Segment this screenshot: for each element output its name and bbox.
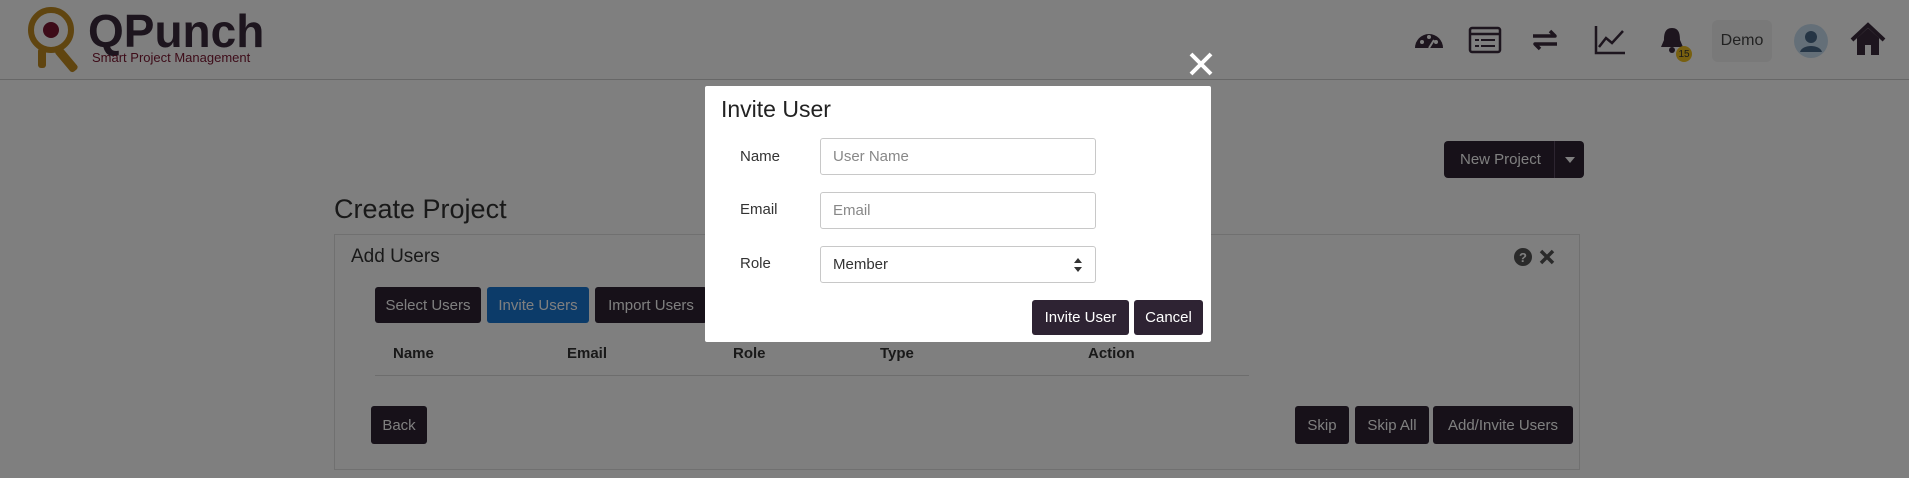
cancel-button[interactable]: Cancel [1134, 300, 1203, 335]
app: QPunch Smart Project Management 15 Demo [0, 0, 1909, 478]
name-label: Name [740, 148, 781, 165]
invite-user-button[interactable]: Invite User [1032, 300, 1129, 335]
select-arrows-icon [1074, 258, 1082, 272]
dialog-title: Invite User [721, 96, 831, 122]
email-input[interactable] [820, 192, 1096, 229]
role-select[interactable]: Member [820, 246, 1096, 283]
close-icon[interactable] [1186, 49, 1216, 79]
role-label: Role [740, 255, 771, 272]
invite-user-dialog: Invite User Name Email Role Member Invit… [705, 86, 1211, 342]
role-select-value: Member [833, 256, 889, 273]
email-label: Email [740, 201, 778, 218]
name-input[interactable] [820, 138, 1096, 175]
